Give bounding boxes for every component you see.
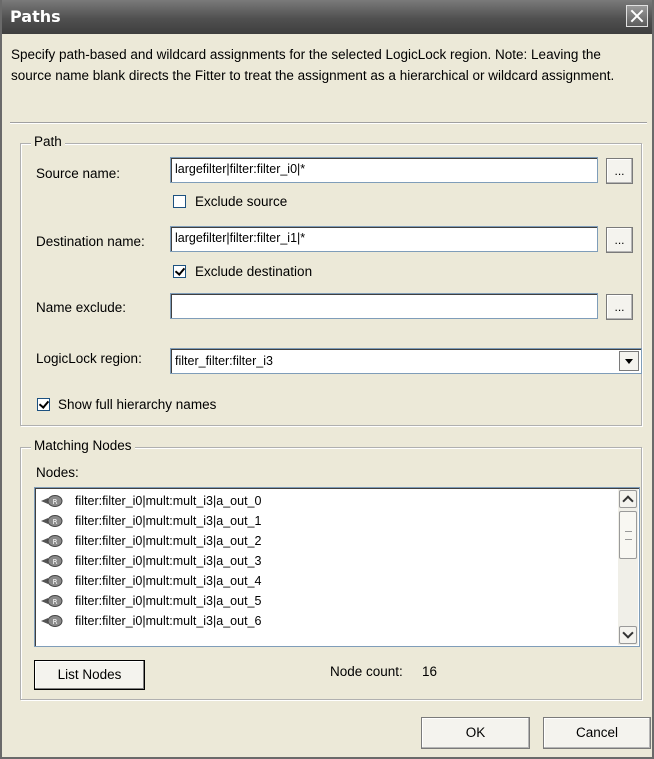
- register-node-icon: R: [41, 575, 63, 587]
- register-node-icon: R: [41, 615, 63, 627]
- source-name-input[interactable]: largefilter|filter:filter_i0|*: [170, 157, 598, 183]
- node-count-value: 16: [422, 664, 438, 679]
- register-node-icon: R: [41, 495, 63, 507]
- svg-text:R: R: [53, 498, 58, 506]
- source-name-label: Source name:: [36, 166, 121, 181]
- register-node-icon: R: [41, 515, 63, 527]
- show-full-hierarchy-label[interactable]: Show full hierarchy names: [58, 397, 216, 412]
- matching-nodes-legend: Matching Nodes: [31, 438, 135, 453]
- svg-text:R: R: [53, 598, 58, 606]
- destination-name-label: Destination name:: [36, 234, 145, 249]
- list-item-label: filter:filter_i0|mult:mult_i3|a_out_5: [75, 594, 262, 608]
- scroll-thumb[interactable]: [619, 511, 637, 559]
- register-node-icon: R: [41, 595, 63, 607]
- logiclock-region-select[interactable]: filter_filter:filter_i3: [170, 348, 642, 374]
- exclude-source-label[interactable]: Exclude source: [195, 194, 287, 209]
- path-group: Path: [20, 134, 642, 426]
- nodes-listbox[interactable]: Rfilter:filter_i0|mult:mult_i3|a_out_0 Rf…: [34, 487, 640, 647]
- title-bar[interactable]: Paths: [2, 0, 652, 34]
- list-item-label: filter:filter_i0|mult:mult_i3|a_out_1: [75, 514, 262, 528]
- logiclock-region-value: filter_filter:filter_i3: [175, 354, 273, 368]
- list-item-label: filter:filter_i0|mult:mult_i3|a_out_4: [75, 574, 262, 588]
- nodes-label: Nodes:: [36, 465, 79, 480]
- name-exclude-label: Name exclude:: [36, 300, 127, 315]
- node-count-label: Node count:: [330, 664, 403, 679]
- list-item-label: filter:filter_i0|mult:mult_i3|a_out_2: [75, 534, 262, 548]
- scroll-down-icon[interactable]: [619, 626, 637, 644]
- path-group-legend: Path: [31, 134, 65, 149]
- register-node-icon: R: [41, 535, 63, 547]
- svg-text:R: R: [53, 578, 58, 586]
- close-icon[interactable]: [626, 5, 648, 27]
- destination-name-input[interactable]: largefilter|filter:filter_i1|*: [170, 226, 598, 252]
- show-full-hierarchy-checkbox[interactable]: [37, 398, 50, 411]
- svg-text:R: R: [53, 538, 58, 546]
- dialog-description: Specify path-based and wildcard assignme…: [11, 47, 615, 83]
- list-item-label: filter:filter_i0|mult:mult_i3|a_out_6: [75, 614, 262, 628]
- cancel-button[interactable]: Cancel: [543, 717, 651, 749]
- exclude-destination-label[interactable]: Exclude destination: [195, 264, 312, 279]
- svg-text:R: R: [53, 518, 58, 526]
- logiclock-region-label: LogicLock region:: [36, 351, 142, 366]
- divider: [10, 122, 647, 124]
- exclude-destination-checkbox[interactable]: [173, 265, 186, 278]
- nodes-scrollbar[interactable]: [618, 489, 638, 645]
- exclude-source-checkbox[interactable]: [173, 195, 186, 208]
- scroll-up-icon[interactable]: [619, 490, 637, 508]
- list-item-label: filter:filter_i0|mult:mult_i3|a_out_3: [75, 554, 262, 568]
- chevron-down-icon[interactable]: [619, 351, 639, 371]
- svg-text:R: R: [53, 618, 58, 626]
- svg-text:R: R: [53, 558, 58, 566]
- source-browse-button[interactable]: ...: [606, 158, 633, 184]
- list-item-label: filter:filter_i0|mult:mult_i3|a_out_0: [75, 494, 262, 508]
- paths-dialog: Paths Specify path-based and wildcard as…: [0, 0, 654, 759]
- window-title: Paths: [10, 7, 61, 26]
- name-exclude-input[interactable]: [170, 293, 598, 319]
- register-node-icon: R: [41, 555, 63, 567]
- destination-browse-button[interactable]: ...: [606, 227, 633, 253]
- name-exclude-browse-button[interactable]: ...: [606, 294, 633, 320]
- ok-button[interactable]: OK: [421, 717, 530, 749]
- list-nodes-button[interactable]: List Nodes: [34, 660, 145, 690]
